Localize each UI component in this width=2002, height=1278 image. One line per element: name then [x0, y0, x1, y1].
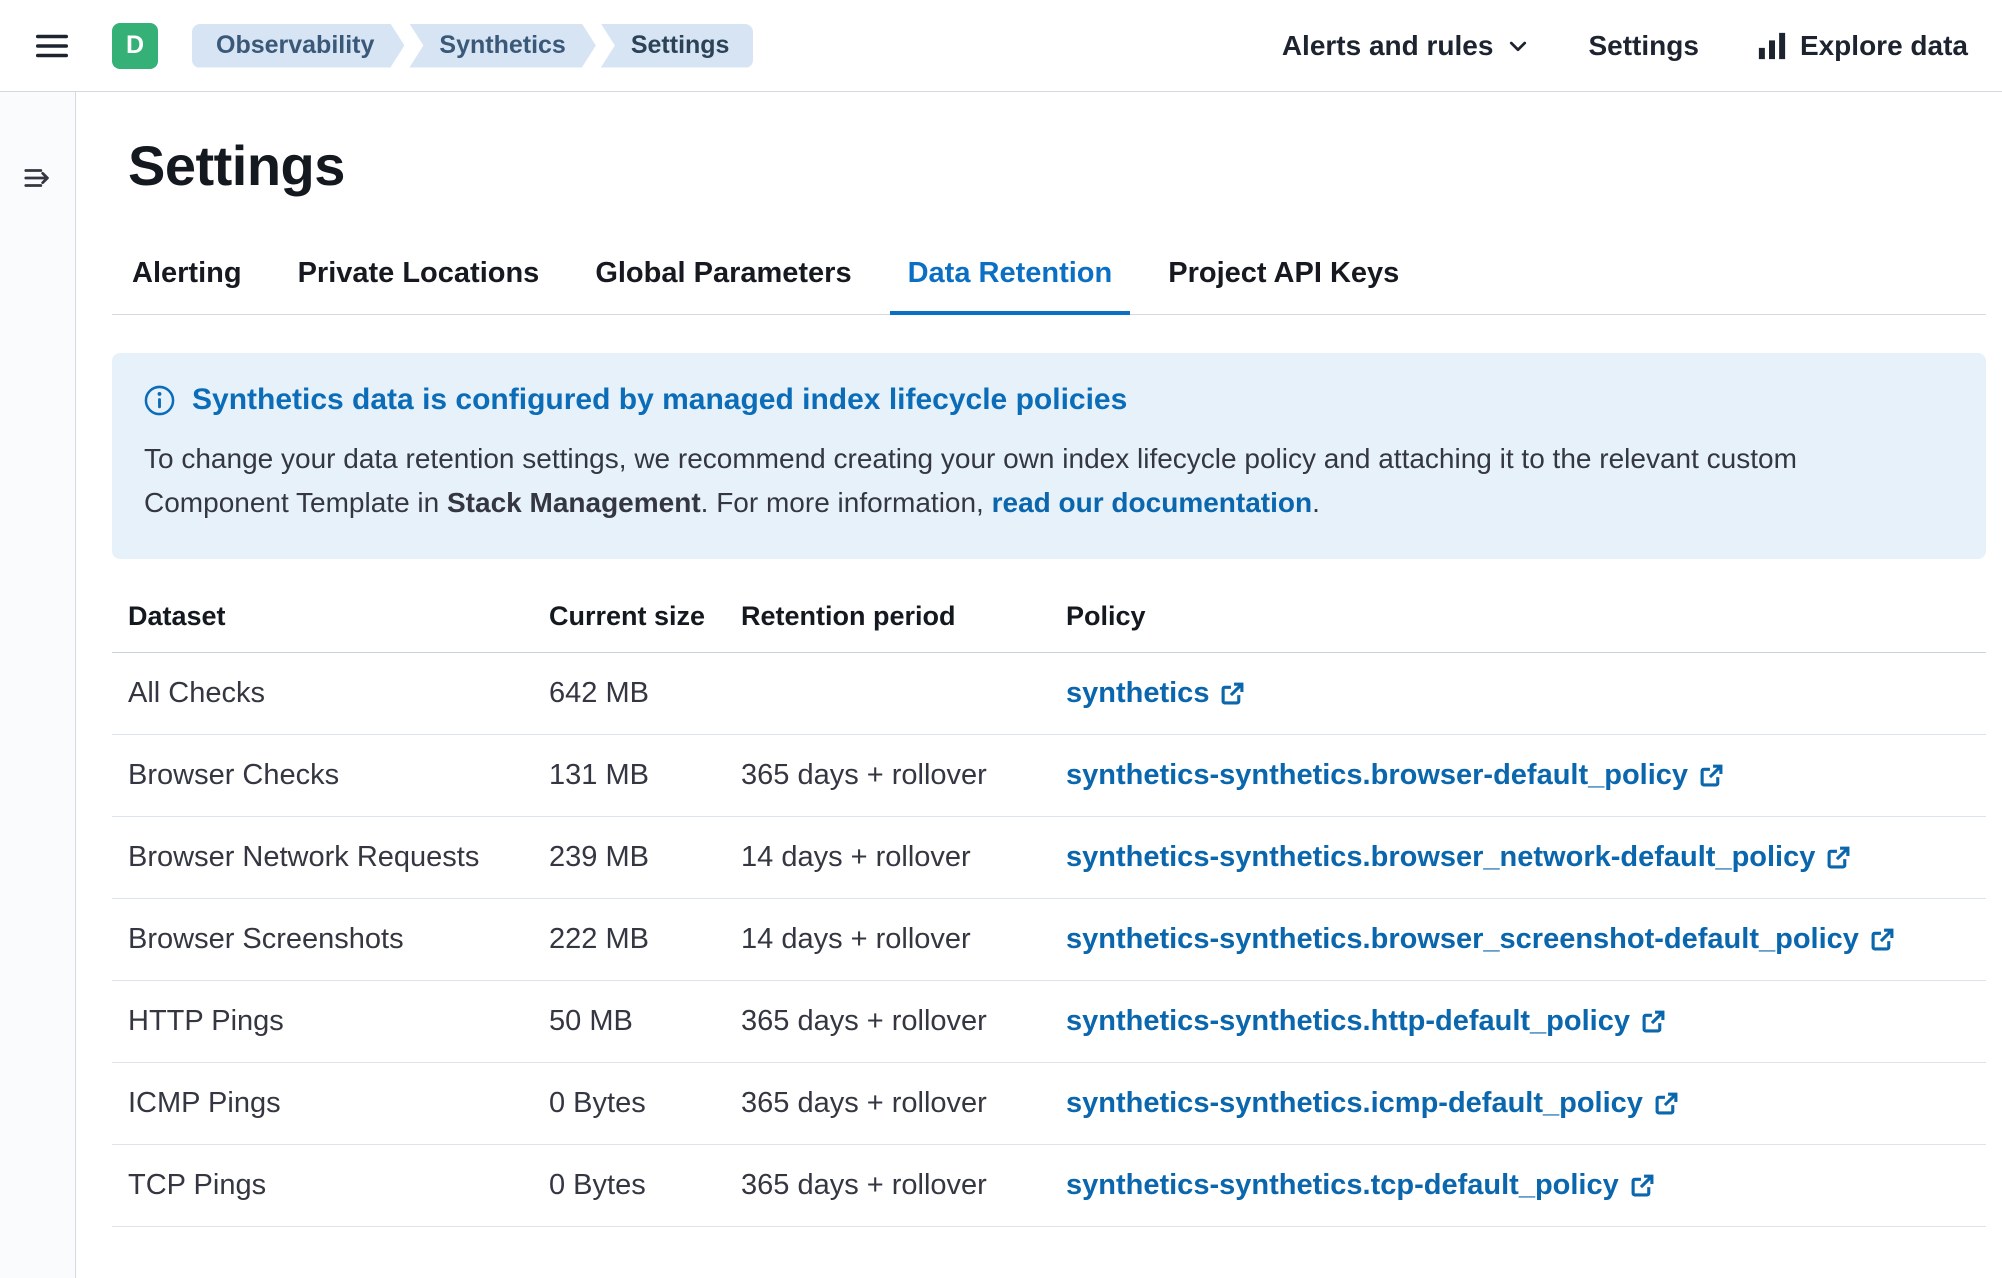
breadcrumb-item-observability[interactable]: Observability — [192, 24, 404, 68]
dataset-cell: ICMP Pings — [112, 1062, 549, 1144]
external-link-icon — [1870, 927, 1895, 952]
table-header: Dataset Current size Retention period Po… — [112, 591, 1986, 653]
external-link-icon — [1641, 1009, 1666, 1034]
callout-title: Synthetics data is configured by managed… — [192, 383, 1127, 417]
app-root: D ObservabilitySyntheticsSettings Alerts… — [0, 0, 2002, 1278]
retention-table-body: All Checks 642 MB synthetics Browser Che… — [112, 652, 1986, 1226]
table-row: Browser Network Requests 239 MB 14 days … — [112, 816, 1986, 898]
tab-alerting[interactable]: Alerting — [112, 241, 262, 314]
callout-header: Synthetics data is configured by managed… — [144, 383, 1954, 417]
explore-data-label: Explore data — [1800, 30, 1968, 62]
policy-link[interactable]: synthetics-synthetics.icmp-default_polic… — [1066, 1087, 1679, 1120]
retention-cell — [741, 652, 1066, 734]
policy-link-text: synthetics — [1066, 677, 1209, 710]
policy-link-text: synthetics-synthetics.icmp-default_polic… — [1066, 1087, 1643, 1120]
explore-data-link[interactable]: Explore data — [1757, 30, 1968, 62]
policy-link-text: synthetics-synthetics.browser_screenshot… — [1066, 923, 1859, 956]
lower-layout: Settings AlertingPrivate LocationsGlobal… — [0, 92, 2002, 1278]
policy-link[interactable]: synthetics-synthetics.tcp-default_policy — [1066, 1169, 1655, 1202]
header-actions: Alerts and rules Settings Explore data — [1282, 30, 1968, 62]
dataset-cell: All Checks — [112, 652, 549, 734]
retention-cell: 365 days + rollover — [741, 980, 1066, 1062]
retention-cell: 365 days + rollover — [741, 1062, 1066, 1144]
retention-cell: 365 days + rollover — [741, 1144, 1066, 1226]
table-header-cell: Dataset — [112, 591, 549, 653]
policy-link[interactable]: synthetics-synthetics.browser-default_po… — [1066, 759, 1724, 792]
callout-body-text-2: . For more information, — [701, 487, 992, 518]
settings-link-label: Settings — [1588, 30, 1698, 62]
callout-body-bold: Stack Management — [447, 487, 701, 518]
table-row: Browser Screenshots 222 MB 14 days + rol… — [112, 898, 1986, 980]
chevron-down-icon — [1506, 34, 1530, 58]
policy-link[interactable]: synthetics-synthetics.browser_network-de… — [1066, 841, 1851, 874]
external-link-icon — [1654, 1091, 1679, 1116]
hamburger-icon — [33, 27, 71, 65]
retention-cell: 14 days + rollover — [741, 898, 1066, 980]
menu-right-icon — [23, 163, 53, 193]
table-row: TCP Pings 0 Bytes 365 days + rollover sy… — [112, 1144, 1986, 1226]
policy-link-text: synthetics-synthetics.browser_network-de… — [1066, 841, 1815, 874]
table-header-cell: Current size — [549, 591, 741, 653]
dataset-cell: HTTP Pings — [112, 980, 549, 1062]
alerts-and-rules-menu[interactable]: Alerts and rules — [1282, 30, 1531, 62]
tab-data-retention[interactable]: Data Retention — [888, 241, 1133, 314]
table-row: Browser Checks 131 MB 365 days + rollove… — [112, 734, 1986, 816]
tabs: AlertingPrivate LocationsGlobal Paramete… — [112, 241, 1986, 315]
external-link-icon — [1220, 681, 1245, 706]
policy-link-text: synthetics-synthetics.tcp-default_policy — [1066, 1169, 1619, 1202]
top-header: D ObservabilitySyntheticsSettings Alerts… — [0, 0, 2002, 92]
menu-button[interactable] — [26, 20, 78, 72]
dataset-cell: Browser Checks — [112, 734, 549, 816]
table-header-cell: Policy — [1066, 591, 1986, 653]
table-header-cell: Retention period — [741, 591, 1066, 653]
policy-link-text: synthetics-synthetics.browser-default_po… — [1066, 759, 1688, 792]
retention-cell: 365 days + rollover — [741, 734, 1066, 816]
breadcrumb-item-synthetics[interactable]: Synthetics — [409, 24, 595, 68]
callout-body-text-3: . — [1312, 487, 1320, 518]
table-row: HTTP Pings 50 MB 365 days + rollover syn… — [112, 980, 1986, 1062]
dataset-cell: TCP Pings — [112, 1144, 549, 1226]
policy-link[interactable]: synthetics — [1066, 677, 1245, 710]
size-cell: 131 MB — [549, 734, 741, 816]
retention-cell: 14 days + rollover — [741, 816, 1066, 898]
expand-sidebar-button[interactable] — [16, 156, 60, 200]
tab-global-parameters[interactable]: Global Parameters — [575, 241, 871, 314]
policy-link[interactable]: synthetics-synthetics.http-default_polic… — [1066, 1005, 1666, 1038]
policy-link[interactable]: synthetics-synthetics.browser_screenshot… — [1066, 923, 1895, 956]
collapsed-sidebar — [0, 92, 76, 1278]
dataset-cell: Browser Network Requests — [112, 816, 549, 898]
alerts-and-rules-label: Alerts and rules — [1282, 30, 1494, 62]
tab-project-api-keys[interactable]: Project API Keys — [1148, 241, 1419, 314]
info-icon — [144, 385, 175, 416]
main-content: Settings AlertingPrivate LocationsGlobal… — [76, 92, 2002, 1278]
table-row: All Checks 642 MB synthetics — [112, 652, 1986, 734]
size-cell: 222 MB — [549, 898, 741, 980]
external-link-icon — [1630, 1173, 1655, 1198]
callout-body: To change your data retention settings, … — [144, 437, 1834, 524]
data-retention-table: Dataset Current size Retention period Po… — [112, 591, 1986, 1227]
space-avatar[interactable]: D — [112, 23, 158, 69]
external-link-icon — [1826, 845, 1851, 870]
table-row: ICMP Pings 0 Bytes 365 days + rollover s… — [112, 1062, 1986, 1144]
bar-chart-icon — [1757, 31, 1787, 61]
size-cell: 0 Bytes — [549, 1144, 741, 1226]
documentation-link[interactable]: read our documentation — [992, 487, 1312, 518]
size-cell: 0 Bytes — [549, 1062, 741, 1144]
breadcrumb: ObservabilitySyntheticsSettings — [192, 24, 753, 68]
settings-link[interactable]: Settings — [1588, 30, 1698, 62]
size-cell: 642 MB — [549, 652, 741, 734]
size-cell: 239 MB — [549, 816, 741, 898]
external-link-icon — [1699, 763, 1724, 788]
dataset-cell: Browser Screenshots — [112, 898, 549, 980]
page-title: Settings — [128, 132, 1986, 199]
size-cell: 50 MB — [549, 980, 741, 1062]
tab-private-locations[interactable]: Private Locations — [278, 241, 560, 314]
policy-link-text: synthetics-synthetics.http-default_polic… — [1066, 1005, 1630, 1038]
info-callout: Synthetics data is configured by managed… — [112, 353, 1986, 558]
breadcrumb-item-settings[interactable]: Settings — [601, 24, 754, 68]
